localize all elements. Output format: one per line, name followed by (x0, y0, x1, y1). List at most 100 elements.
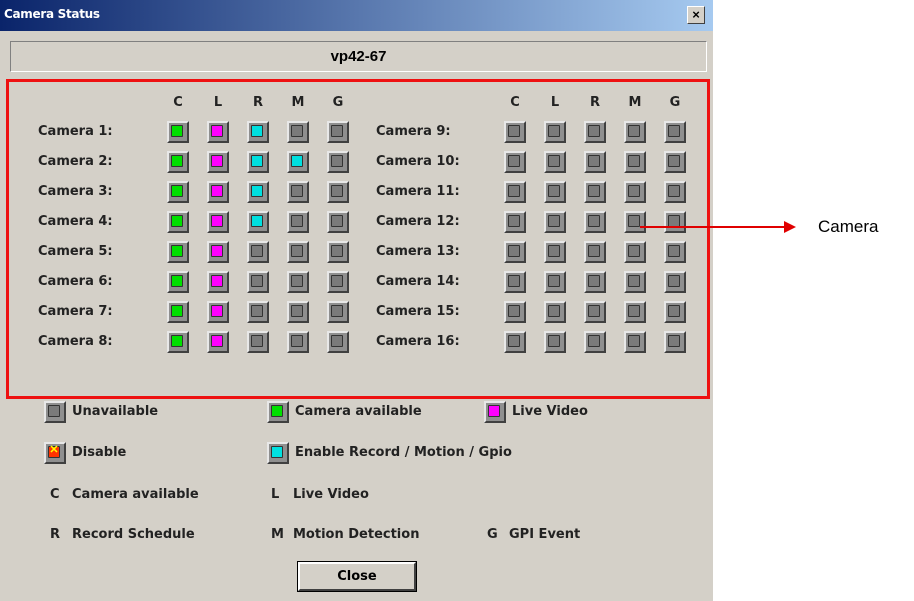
camera-8-g-status-icon (327, 331, 349, 353)
camera-3-m-status-icon (287, 181, 309, 203)
column-header-r: R (252, 95, 263, 110)
camera-16-l-status-icon (544, 331, 566, 353)
camera-14-r-status-icon (584, 271, 606, 293)
camera-1-r-status-icon (247, 121, 269, 143)
camera-11-g-status-icon (664, 181, 686, 203)
camera-label-11: Camera 11: (376, 184, 460, 199)
legend-camera-available: Camera available (295, 404, 422, 419)
window-title: Camera Status (4, 7, 100, 21)
camera-2-l-status-icon (207, 151, 229, 173)
camera-label-14: Camera 14: (376, 274, 460, 289)
camera-5-c-status-icon (167, 241, 189, 263)
abbr-r-text: Record Schedule (72, 527, 195, 542)
camera-available-legend-icon (267, 401, 289, 423)
camera-16-g-status-icon (664, 331, 686, 353)
enable-record-legend-icon (267, 442, 289, 464)
camera-label-10: Camera 10: (376, 154, 460, 169)
camera-5-r-status-icon (247, 241, 269, 263)
abbr-m-text: Motion Detection (293, 527, 420, 542)
column-header-l: L (550, 95, 560, 110)
camera-14-c-status-icon (504, 271, 526, 293)
camera-5-m-status-icon (287, 241, 309, 263)
camera-1-c-status-icon (167, 121, 189, 143)
camera-status-window: Camera Status × vp42-67 C C L L R R M M G G Camera… (0, 0, 713, 601)
camera-label-16: Camera 16: (376, 334, 460, 349)
callout-arrow-line (640, 226, 786, 228)
camera-3-r-status-icon (247, 181, 269, 203)
legend-disable: Disable (72, 445, 127, 460)
camera-label-15: Camera 15: (376, 304, 460, 319)
camera-2-m-status-icon (287, 151, 309, 173)
camera-6-l-status-icon (207, 271, 229, 293)
camera-16-m-status-icon (624, 331, 646, 353)
unavailable-legend-icon (44, 401, 66, 423)
camera-8-l-status-icon (207, 331, 229, 353)
camera-5-l-status-icon (207, 241, 229, 263)
camera-label-13: Camera 13: (376, 244, 460, 259)
column-header-c: C (173, 95, 183, 110)
column-header-r: R (589, 95, 600, 110)
camera-9-r-status-icon (584, 121, 606, 143)
camera-1-l-status-icon (207, 121, 229, 143)
camera-16-r-status-icon (584, 331, 606, 353)
server-name-field: vp42-67 (10, 41, 707, 72)
camera-11-l-status-icon (544, 181, 566, 203)
camera-13-r-status-icon (584, 241, 606, 263)
camera-14-l-status-icon (544, 271, 566, 293)
camera-label-3: Camera 3: (38, 184, 113, 199)
abbr-g-key: G (487, 527, 498, 542)
camera-10-l-status-icon (544, 151, 566, 173)
camera-label-2: Camera 2: (38, 154, 113, 169)
camera-label-9: Camera 9: (376, 124, 451, 139)
camera-4-c-status-icon (167, 211, 189, 233)
camera-label-6: Camera 6: (38, 274, 113, 289)
abbr-c-text: Camera available (72, 487, 199, 502)
camera-15-m-status-icon (624, 301, 646, 323)
camera-6-r-status-icon (247, 271, 269, 293)
camera-label-4: Camera 4: (38, 214, 113, 229)
camera-7-l-status-icon (207, 301, 229, 323)
camera-11-m-status-icon (624, 181, 646, 203)
camera-12-r-status-icon (584, 211, 606, 233)
camera-7-c-status-icon (167, 301, 189, 323)
camera-9-g-status-icon (664, 121, 686, 143)
live-video-legend-icon (484, 401, 506, 423)
camera-15-c-status-icon (504, 301, 526, 323)
title-bar[interactable]: Camera Status × (0, 0, 713, 31)
camera-8-m-status-icon (287, 331, 309, 353)
legend-live-video: Live Video (512, 404, 588, 419)
camera-12-g-status-icon (664, 211, 686, 233)
column-header-m: M (628, 95, 642, 110)
camera-2-c-status-icon (167, 151, 189, 173)
column-header-g: G (669, 95, 681, 110)
camera-8-r-status-icon (247, 331, 269, 353)
column-header-l: L (213, 95, 223, 110)
abbr-l-text: Live Video (293, 487, 369, 502)
camera-15-r-status-icon (584, 301, 606, 323)
camera-10-r-status-icon (584, 151, 606, 173)
camera-13-c-status-icon (504, 241, 526, 263)
camera-label-12: Camera 12: (376, 214, 460, 229)
camera-7-g-status-icon (327, 301, 349, 323)
column-header-c: C (510, 95, 520, 110)
camera-label-8: Camera 8: (38, 334, 113, 349)
camera-6-c-status-icon (167, 271, 189, 293)
abbr-m-key: M (271, 527, 284, 542)
camera-6-g-status-icon (327, 271, 349, 293)
camera-11-c-status-icon (504, 181, 526, 203)
close-button[interactable]: Close (297, 561, 417, 592)
camera-10-m-status-icon (624, 151, 646, 173)
window-close-icon[interactable]: × (687, 6, 705, 24)
camera-7-r-status-icon (247, 301, 269, 323)
column-header-m: M (291, 95, 305, 110)
camera-label-5: Camera 5: (38, 244, 113, 259)
callout-label: Camera (818, 217, 879, 236)
camera-13-l-status-icon (544, 241, 566, 263)
camera-6-m-status-icon (287, 271, 309, 293)
camera-3-l-status-icon (207, 181, 229, 203)
camera-label-7: Camera 7: (38, 304, 113, 319)
camera-12-m-status-icon (624, 211, 646, 233)
disable-legend-icon (44, 442, 66, 464)
legend-enable-record: Enable Record / Motion / Gpio (295, 445, 512, 460)
camera-2-r-status-icon (247, 151, 269, 173)
